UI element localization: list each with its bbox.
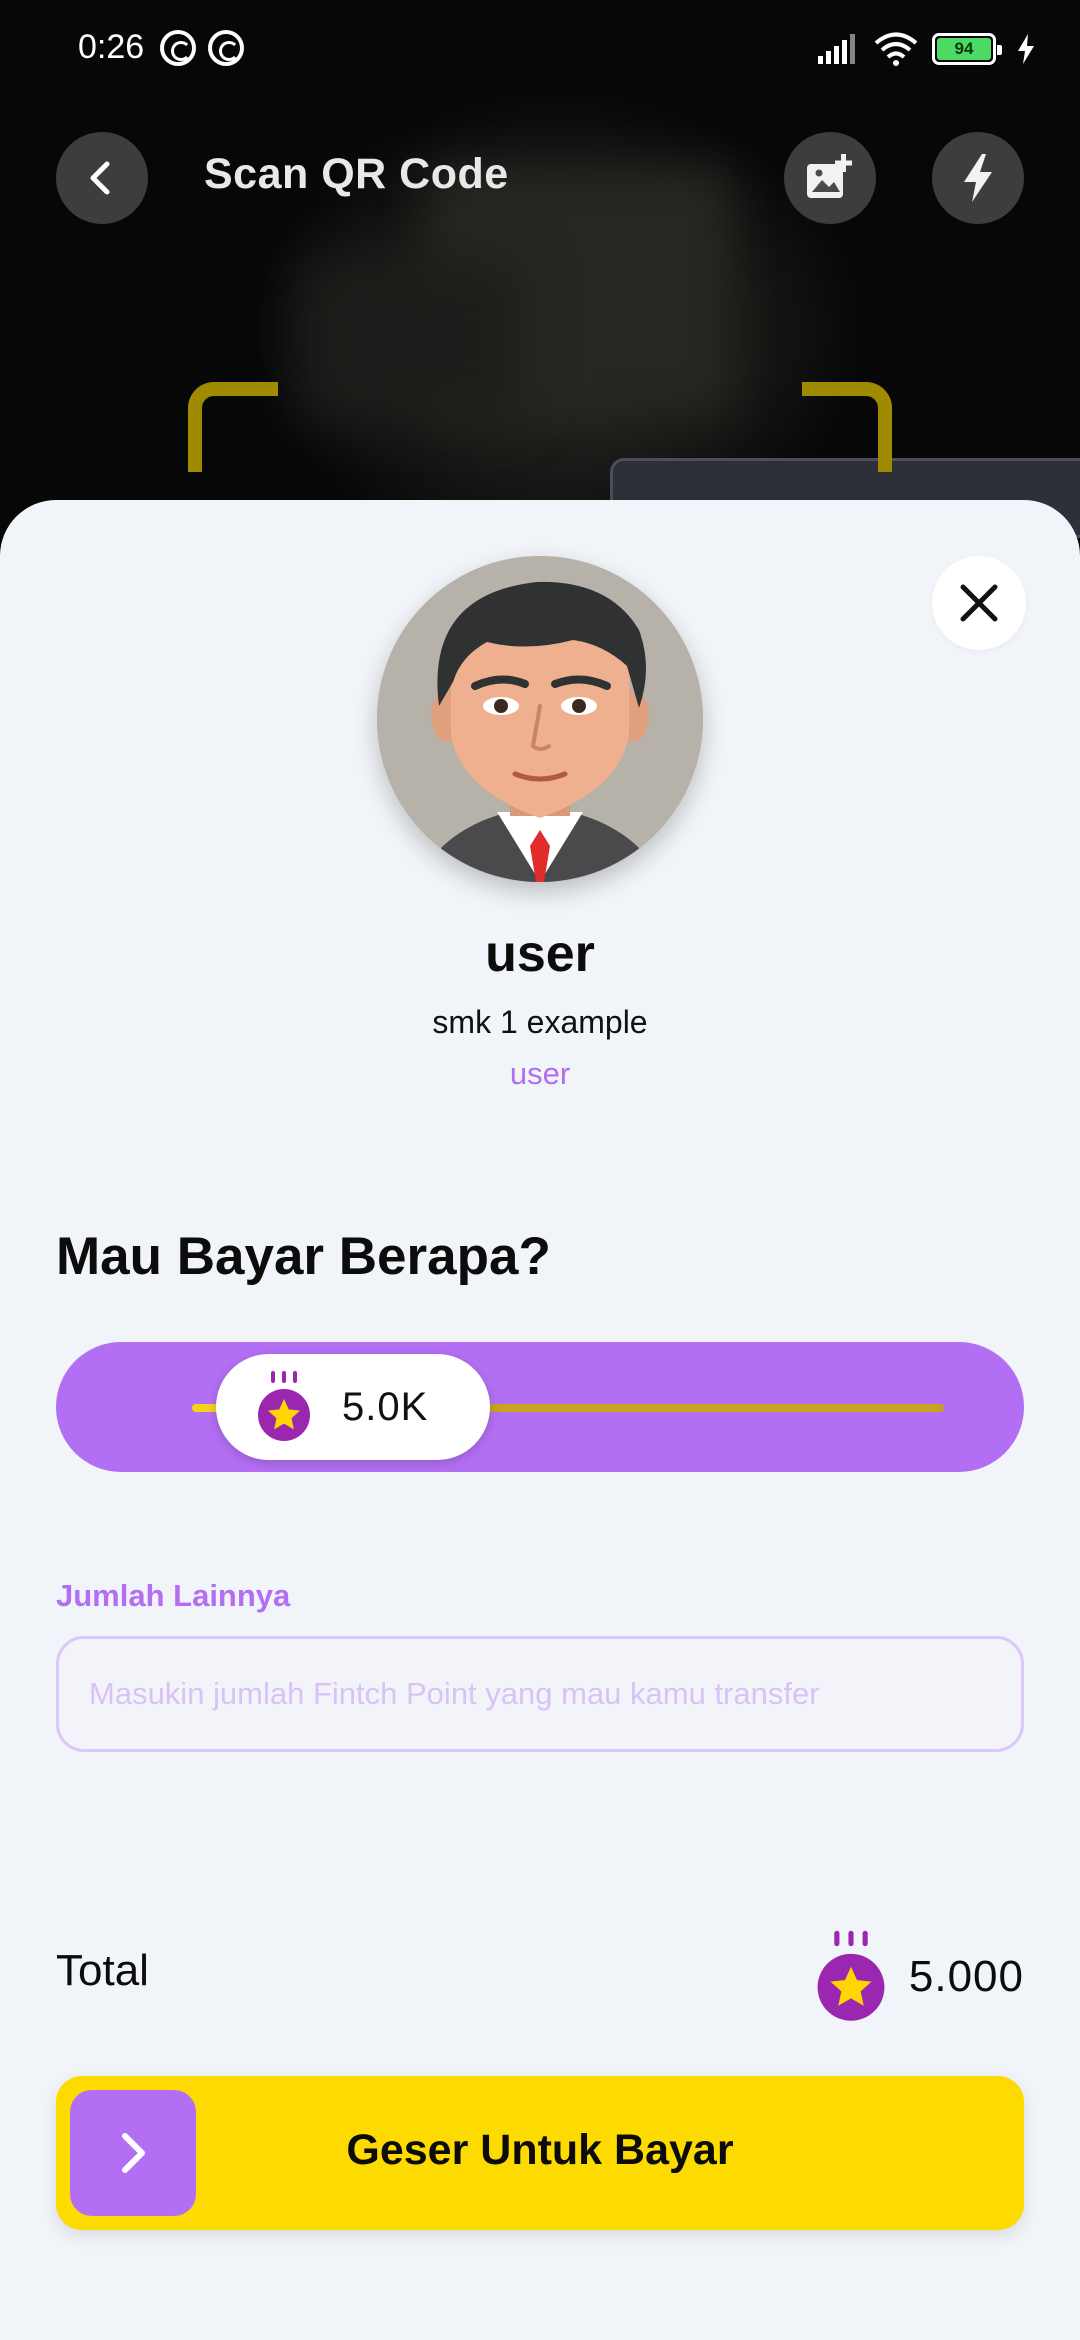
back-button[interactable] xyxy=(56,132,148,224)
status-bar: 0:26 94 xyxy=(0,0,1080,96)
avatar xyxy=(377,556,703,882)
avatar-illustration xyxy=(377,556,703,882)
recipient-role: user xyxy=(509,1056,571,1091)
charging-icon xyxy=(1018,34,1034,64)
recipient-name: user xyxy=(485,925,595,983)
camera-preview-blur xyxy=(300,260,520,420)
payment-bottom-sheet: user smk 1 example user Mau Bayar Berapa… xyxy=(0,500,1080,2340)
status-time: 0:26 xyxy=(78,28,145,66)
flash-button[interactable] xyxy=(932,132,1024,224)
flash-icon xyxy=(964,154,992,202)
battery-icon: 94 xyxy=(932,33,1002,65)
page-title: Scan QR Code xyxy=(204,150,509,198)
close-button[interactable] xyxy=(932,556,1026,650)
recipient-school: smk 1 example xyxy=(432,1004,648,1040)
notification-icon xyxy=(208,30,244,66)
amount-input[interactable] xyxy=(56,1636,1024,1752)
total-value: 5.000 xyxy=(908,1952,1024,2001)
swipe-to-pay-bar[interactable]: Geser Untuk Bayar xyxy=(56,2076,1024,2230)
back-arrow-icon xyxy=(90,161,110,195)
fintch-point-coin-icon xyxy=(258,1371,310,1441)
close-icon xyxy=(960,584,998,622)
other-amount-label: Jumlah Lainnya xyxy=(56,1578,291,1613)
total-label: Total xyxy=(56,1946,149,1995)
amount-slider[interactable]: 5.0K xyxy=(56,1342,1024,1472)
wifi-icon xyxy=(874,32,918,66)
amount-section-title: Mau Bayar Berapa? xyxy=(56,1227,551,1286)
slider-thumb[interactable]: 5.0K xyxy=(216,1354,490,1460)
scan-frame-corner-top-left xyxy=(188,382,278,472)
notification-icon xyxy=(160,30,196,66)
scan-frame-corner-top-right xyxy=(802,382,892,472)
status-indicators: 94 xyxy=(818,32,1036,66)
add-image-icon xyxy=(807,154,852,198)
signal-icon xyxy=(818,34,855,64)
total-amount: 5.000 xyxy=(815,1930,1024,2024)
gallery-button[interactable] xyxy=(784,132,876,224)
battery-level: 94 xyxy=(937,38,991,60)
slider-value: 5.0K xyxy=(342,1384,429,1429)
fintch-point-coin-icon xyxy=(817,1930,885,2021)
swipe-to-pay-label: Geser Untuk Bayar xyxy=(346,2126,734,2174)
